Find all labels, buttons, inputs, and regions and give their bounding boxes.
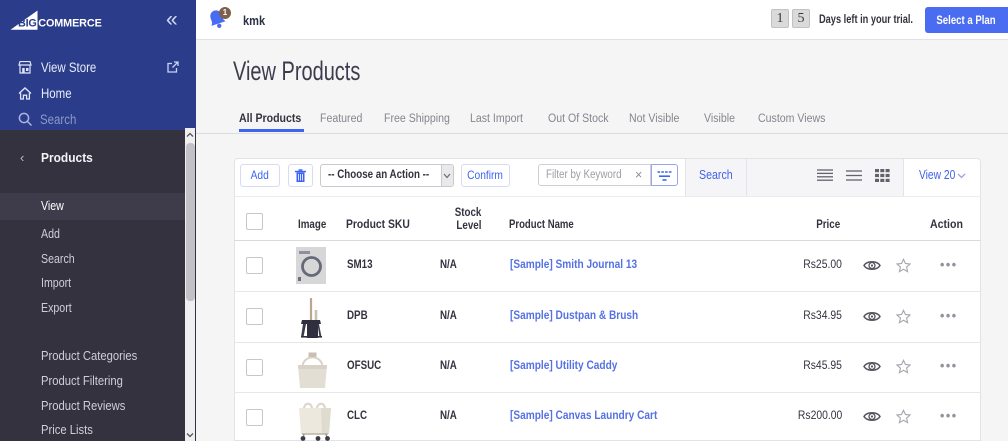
svg-text:BIG: BIG [18,18,37,30]
svg-text:COMMERCE: COMMERCE [38,18,101,30]
